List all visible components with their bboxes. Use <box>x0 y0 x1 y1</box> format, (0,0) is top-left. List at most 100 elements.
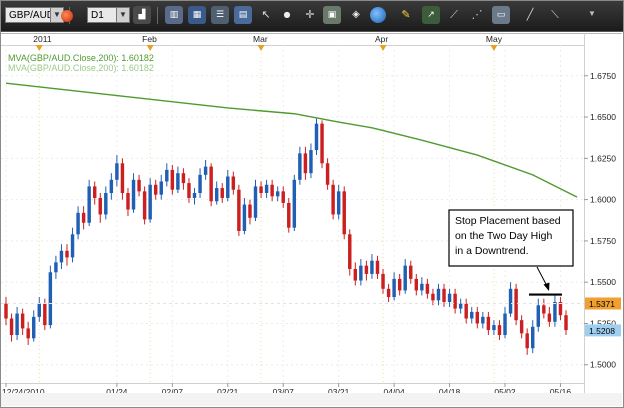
candle-body <box>192 193 197 198</box>
cursor-icon[interactable]: ↖ <box>257 6 275 24</box>
candle-body <box>536 305 540 327</box>
month-label: 2011 <box>33 34 52 44</box>
candle-body <box>98 197 102 215</box>
month-label: Feb <box>142 34 157 44</box>
candle-body <box>259 186 263 194</box>
candle-body <box>281 191 285 203</box>
channel-icon[interactable]: ⟋ <box>445 6 463 24</box>
zoom-out-icon[interactable]: ◈ <box>347 6 365 24</box>
candle-body <box>359 265 363 281</box>
list-icon[interactable]: ☰ <box>211 6 229 24</box>
candle-body <box>43 303 47 326</box>
candle-body <box>275 191 280 197</box>
legend-ma-secondary: MVA(GBP/AUD.Close,200): 1.60182 <box>8 63 154 73</box>
candle-body <box>253 186 258 218</box>
candle-body <box>497 325 502 336</box>
toolbar: GBP/AUD ▼ D1 ▼ ▟ ▥ ▦ ☰ ▤ ↖ ● ✛ ▣ ◈ ✎ ↗ ⟋… <box>1 1 623 32</box>
candle-body <box>70 234 75 258</box>
shapes-icon[interactable]: ╱ <box>521 6 539 24</box>
candle-body <box>442 288 446 302</box>
candle-body <box>386 288 391 298</box>
candle-body <box>392 278 396 298</box>
candle-body <box>270 184 274 197</box>
arrow-icon[interactable]: ⟍ <box>546 6 564 24</box>
crosshair-icon[interactable]: ✛ <box>301 6 319 24</box>
annotation-line-1: Stop Placement based <box>455 215 561 227</box>
candle-body <box>458 303 463 309</box>
scroll-strip[interactable] <box>1 393 622 406</box>
candle-body <box>519 320 524 334</box>
candle-body <box>237 189 241 231</box>
text-icon[interactable]: ▭ <box>492 6 510 24</box>
symbol-select[interactable]: GBP/AUD <box>5 7 54 23</box>
candle-body <box>32 316 36 339</box>
candle-body <box>165 169 169 182</box>
candle-body <box>353 268 358 281</box>
candle-body <box>26 328 30 339</box>
candle-body <box>425 283 430 294</box>
layout-icon[interactable]: ▤ <box>234 6 252 24</box>
record-icon[interactable] <box>61 10 73 22</box>
candle-body <box>381 273 385 289</box>
month-label: May <box>486 34 503 44</box>
zoom-in-icon[interactable]: ▣ <box>323 6 341 24</box>
candle-body <box>314 123 319 151</box>
candle-body <box>481 316 485 324</box>
candle-body <box>397 278 402 291</box>
candle-body <box>525 333 529 349</box>
candle-body <box>231 176 236 190</box>
candle-body <box>486 316 491 331</box>
candle-body <box>547 313 552 322</box>
candle-body <box>436 288 441 301</box>
toolbar-more-icon[interactable]: ▼ <box>587 10 597 20</box>
candle-body <box>292 179 297 228</box>
candle-body <box>309 150 313 174</box>
candle-body <box>453 293 457 309</box>
timeframe-dropdown-icon[interactable]: ▼ <box>116 7 130 23</box>
line-chart-icon[interactable]: ▦ <box>188 6 206 24</box>
candle-body <box>287 202 291 228</box>
candle-body <box>104 193 108 215</box>
dot-icon[interactable]: ● <box>278 6 296 24</box>
candle-body <box>298 153 302 180</box>
candle-body <box>475 311 480 324</box>
candle-body <box>137 179 141 192</box>
candle-body <box>170 169 175 190</box>
fibonacci-icon[interactable]: ⋰ <box>468 6 486 24</box>
candle-body <box>115 163 119 180</box>
candle-body <box>176 173 180 190</box>
candle-body <box>92 186 97 198</box>
candle-body <box>564 315 568 331</box>
candle-body <box>508 288 513 314</box>
candle-body <box>409 265 413 279</box>
candle-body <box>553 301 557 322</box>
candle-icon[interactable]: ▥ <box>165 6 183 24</box>
candle-body <box>37 303 41 317</box>
globe-icon[interactable] <box>370 7 386 23</box>
y-tick-label: 1.6750 <box>590 71 616 81</box>
candle-body <box>15 313 19 336</box>
current-price-label: 1.5371 <box>589 299 615 309</box>
candle-body <box>131 179 136 210</box>
candle-body <box>9 318 14 336</box>
candle-body <box>375 260 380 274</box>
bar-chart-icon[interactable]: ▟ <box>133 6 151 24</box>
candle-body <box>81 212 86 223</box>
candle-body <box>220 188 224 198</box>
price-chart[interactable]: 2011 Feb Mar Apr May 1.6750 1.6500 1.6250 1.600… <box>0 33 624 407</box>
trendline-icon[interactable]: ↗ <box>422 6 440 24</box>
candle-body <box>364 265 369 274</box>
candle-body <box>54 262 58 273</box>
candle-body <box>492 325 496 331</box>
candle-body <box>542 305 546 314</box>
candle-body <box>242 204 247 231</box>
pencil-icon[interactable]: ✎ <box>397 6 415 24</box>
candle-body <box>331 184 335 215</box>
candle-body <box>142 191 147 220</box>
bid-price-label: 1.5208 <box>589 326 615 336</box>
y-tick-label: 1.6000 <box>590 195 616 205</box>
candle-body <box>203 166 208 175</box>
candle-body <box>420 283 424 291</box>
timeframe-select[interactable]: D1 <box>87 7 117 23</box>
candle-body <box>187 183 191 198</box>
